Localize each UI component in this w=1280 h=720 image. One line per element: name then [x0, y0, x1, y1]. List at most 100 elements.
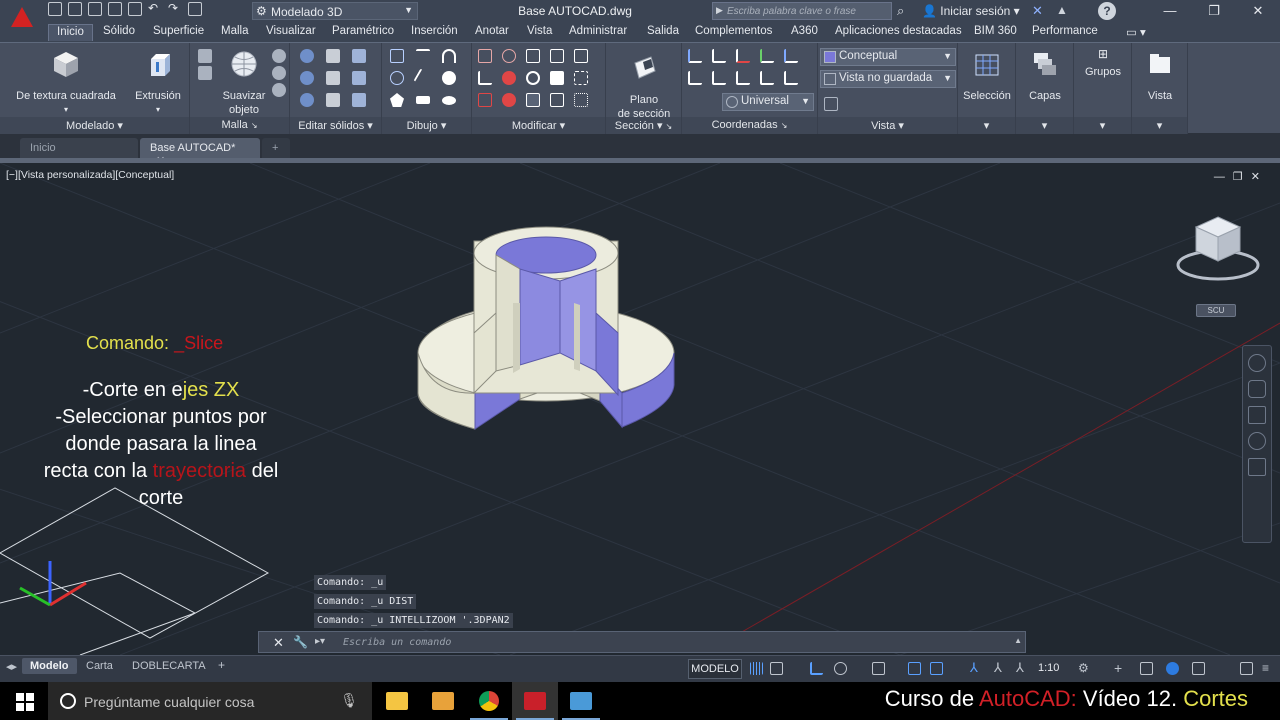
layout-tab-carta[interactable]: Carta [78, 658, 121, 674]
viewcube[interactable] [1172, 209, 1264, 289]
intersect-icon[interactable] [300, 93, 314, 107]
rotate-icon[interactable] [526, 71, 540, 85]
workspace-selector[interactable]: ⚙ Modelado 3D ▼ [252, 2, 418, 20]
ucs-x-icon[interactable] [736, 49, 750, 63]
panel-label-grupos[interactable]: ▾ [1074, 117, 1131, 134]
slice-icon[interactable] [326, 93, 340, 107]
zoom-extents-icon[interactable] [1248, 406, 1266, 424]
align-icon[interactable] [550, 49, 564, 63]
rotate-3d-icon[interactable] [502, 71, 516, 85]
slash-line-icon[interactable] [413, 68, 433, 88]
named-view-combo[interactable]: Vista no guardada ▼ [820, 70, 956, 88]
sliced-solid[interactable] [417, 226, 675, 430]
line-icon[interactable] [416, 49, 430, 63]
polar-icon[interactable] [834, 662, 847, 675]
ellipse-icon[interactable] [442, 96, 456, 105]
command-history-toggle-icon[interactable]: ▲ [1014, 636, 1022, 645]
taskbar-screen-recorder[interactable] [558, 682, 604, 720]
sign-in-button[interactable]: 👤 Iniciar sesión ▾ [922, 4, 1020, 18]
viewport-label[interactable]: [−][Vista personalizada][Conceptual] [6, 169, 174, 181]
imprint-icon[interactable] [326, 71, 340, 85]
annotation-autoscale-icon[interactable]: ⅄ [994, 661, 1007, 675]
subtract-icon[interactable] [300, 71, 314, 85]
annotation-monitor-icon[interactable]: + [1114, 661, 1127, 675]
selection-button[interactable]: Selección [960, 47, 1014, 103]
extract-edges-icon[interactable] [326, 49, 340, 63]
section-plane-button[interactable]: Plano de sección [612, 51, 676, 121]
doc-tab-start[interactable]: Inicio [20, 138, 138, 158]
taskbar-file-explorer[interactable] [374, 682, 420, 720]
new-tab-button[interactable]: + [262, 138, 290, 158]
3d-osnap-icon[interactable] [930, 662, 943, 675]
tab-administrar[interactable]: Administrar [569, 25, 627, 37]
hardware-acceleration-icon[interactable] [1192, 662, 1205, 675]
ucs-y-icon[interactable] [760, 49, 774, 63]
ucs-view-icon[interactable] [712, 49, 726, 63]
taskbar-chrome[interactable] [466, 682, 512, 720]
close-button[interactable]: ✕ [1236, 0, 1280, 22]
rectangle-icon[interactable] [416, 96, 430, 104]
array-grid-icon[interactable] [574, 93, 588, 107]
move-3d-icon[interactable] [502, 49, 516, 63]
layout-nav-icon[interactable]: ◂▸ [6, 660, 17, 673]
mesh-tool-icon[interactable] [272, 49, 286, 63]
viewport-close-icon[interactable]: ✕ [1251, 171, 1268, 183]
polyline-icon[interactable] [390, 49, 404, 63]
ortho-icon[interactable] [810, 662, 823, 675]
model-space-button[interactable]: MODELO [688, 659, 742, 679]
annotation-visibility-icon[interactable]: ⅄ [970, 661, 983, 675]
tab-complementos[interactable]: Complementos [695, 25, 772, 37]
layout-tab-modelo[interactable]: Modelo [22, 658, 77, 674]
tab-superficie[interactable]: Superficie [153, 25, 204, 37]
keyword-search-input[interactable]: ▶ Escriba palabra clave o frase [712, 2, 892, 20]
spline-icon[interactable] [390, 71, 404, 85]
isolate-objects-icon[interactable] [1166, 662, 1179, 675]
a360-icon[interactable]: ▲ [1056, 3, 1068, 17]
tab-solido[interactable]: Sólido [103, 25, 135, 37]
customization-icon[interactable]: ≡ [1262, 662, 1275, 675]
exchange-icon[interactable]: ✕ [1032, 3, 1043, 19]
groups-button[interactable]: ⊞ Grupos [1076, 47, 1130, 79]
panel-label-coordenadas[interactable]: Coordenadas ↘ [682, 117, 817, 134]
minimize-button[interactable]: — [1148, 0, 1192, 22]
taskbar-media-app[interactable] [420, 682, 466, 720]
panel-label-capas[interactable]: ▾ [1016, 117, 1073, 134]
fillet-icon[interactable] [478, 71, 492, 85]
panel-label-malla[interactable]: Malla ↘ [190, 117, 289, 134]
pan-icon[interactable] [1248, 380, 1266, 398]
scale-icon[interactable] [550, 71, 564, 85]
extrusion-button[interactable]: Extrusión ▾ [130, 47, 186, 117]
tab-anotar[interactable]: Anotar [475, 25, 509, 37]
mesh-tool-icon[interactable] [272, 83, 286, 97]
close-command-line-icon[interactable]: ✕ [273, 635, 284, 651]
mesh-tool-icon[interactable] [198, 66, 212, 80]
panel-label-seccion[interactable]: Sección ▾ ↘ [606, 117, 681, 134]
taskbar-autocad[interactable] [512, 682, 558, 720]
ucs-3point-icon[interactable] [736, 71, 750, 85]
tab-performance[interactable]: Performance [1032, 25, 1098, 37]
tab-salida[interactable]: Salida [647, 25, 679, 37]
mesh-tool-icon[interactable] [272, 66, 286, 80]
panel-label-modelado[interactable]: Modelado ▾ [0, 117, 189, 134]
ucs-origin-icon[interactable] [688, 71, 702, 85]
grid-icon[interactable] [750, 662, 763, 675]
layers-button[interactable]: Capas [1018, 47, 1072, 103]
move-icon[interactable] [526, 49, 540, 63]
ucs-combo[interactable]: Universal ▼ [722, 93, 814, 111]
separate-icon[interactable] [352, 71, 366, 85]
box-texture-button[interactable]: De textura cuadrada ▾ [10, 47, 122, 117]
ucs-zaxis-icon[interactable] [712, 71, 726, 85]
trim-icon[interactable] [478, 49, 492, 63]
clean-screen-icon[interactable] [1240, 662, 1253, 675]
steering-wheel-icon[interactable] [1248, 354, 1266, 372]
drawing-viewport[interactable]: [−][Vista personalizada][Conceptual] —❐✕… [0, 163, 1280, 655]
tab-parametrico[interactable]: Paramétrico [332, 25, 394, 37]
tab-malla[interactable]: Malla [221, 25, 248, 37]
tab-visualizar[interactable]: Visualizar [266, 25, 316, 37]
workspace-switch-icon[interactable]: ⚙ [1078, 662, 1091, 675]
restore-button[interactable]: ❐ [1192, 0, 1236, 22]
showmotion-icon[interactable] [1248, 458, 1266, 476]
print-icon[interactable] [128, 2, 142, 16]
ucs-face-icon[interactable] [760, 71, 774, 85]
viewport-minimize-icon[interactable]: — [1214, 171, 1233, 183]
